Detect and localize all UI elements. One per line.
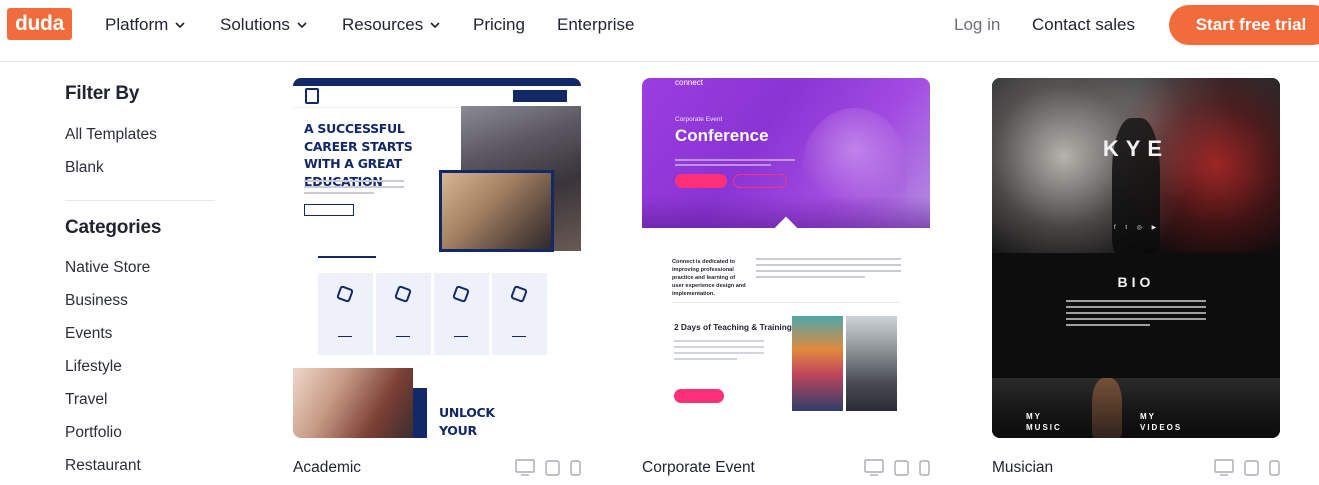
preview-my-videos-link: MY VIDEOS <box>1140 412 1183 432</box>
template-preview-corporate-event[interactable]: connect Corporate Event Conference Conne… <box>642 78 930 438</box>
category-lifestyle[interactable]: Lifestyle <box>65 350 220 383</box>
card-title[interactable]: Musician <box>992 459 1053 477</box>
preview-body-text <box>304 180 404 198</box>
filter-sidebar: Filter By All Templates Blank Categories… <box>65 62 220 482</box>
template-card-corporate-event[interactable]: connect Corporate Event Conference Conne… <box>642 78 930 476</box>
preview-accent-bar <box>413 388 427 438</box>
preview-headline: Conference <box>675 126 769 145</box>
preview-subtitle: Corporate Event <box>675 116 723 123</box>
top-navigation: duda Platform Solutions Resources Pricin… <box>0 0 1319 62</box>
category-portfolio[interactable]: Portfolio <box>65 416 220 449</box>
nav-solutions[interactable]: Solutions <box>220 14 308 36</box>
template-card-musician[interactable]: KYE f t ◎ ▶ BIO MY MUSIC MY VIDEOS Music… <box>992 78 1280 476</box>
filter-by-heading: Filter By <box>65 83 140 104</box>
card-title[interactable]: Academic <box>293 459 361 477</box>
tablet-icon[interactable] <box>1244 459 1259 476</box>
duda-logo[interactable]: duda <box>7 8 72 40</box>
preview-bio-heading: BIO <box>1117 274 1155 290</box>
preview-my-music-link: MY MUSIC <box>1026 412 1062 432</box>
login-link[interactable]: Log in <box>954 14 1000 36</box>
preview-register-button <box>733 174 787 188</box>
nav-platform-label: Platform <box>105 15 169 34</box>
mobile-icon[interactable] <box>1269 459 1280 476</box>
program-box <box>376 273 431 355</box>
preview-body-text <box>674 340 764 364</box>
preview-program-boxes <box>318 273 547 355</box>
device-preview-icons <box>1214 459 1280 476</box>
preview-photo-student <box>293 368 413 438</box>
program-box <box>434 273 489 355</box>
filter-blank[interactable]: Blank <box>65 151 220 184</box>
card-footer: Academic <box>293 459 581 483</box>
nav-pricing[interactable]: Pricing <box>473 14 525 36</box>
preview-unlock-heading: UNLOCK YOUR POTENTIAL <box>439 405 495 438</box>
category-events[interactable]: Events <box>65 317 220 350</box>
nav-platform[interactable]: Platform <box>105 14 186 36</box>
chevron-down-icon <box>174 19 186 31</box>
contact-sales-link[interactable]: Contact sales <box>1032 14 1135 36</box>
preview-apply-button <box>513 90 567 102</box>
desktop-icon[interactable] <box>515 459 535 476</box>
preview-photo-students <box>439 170 554 252</box>
start-free-trial-button[interactable]: Start free trial <box>1169 5 1319 45</box>
category-restaurant[interactable]: Restaurant <box>65 449 220 482</box>
card-title[interactable]: Corporate Event <box>642 459 755 477</box>
preview-hand-silhouette <box>1092 378 1122 438</box>
preview-logo: connect <box>675 78 704 87</box>
preview-photo-mural <box>792 316 843 411</box>
card-footer: Corporate Event <box>642 459 930 483</box>
mobile-icon[interactable] <box>570 459 581 476</box>
card-footer: Musician <box>992 459 1280 483</box>
desktop-icon[interactable] <box>1214 459 1234 476</box>
category-travel[interactable]: Travel <box>65 383 220 416</box>
tablet-icon[interactable] <box>894 459 909 476</box>
program-box <box>318 273 373 355</box>
chevron-down-icon <box>296 19 308 31</box>
preview-see-button <box>304 204 354 216</box>
template-preview-musician[interactable]: KYE f t ◎ ▶ BIO MY MUSIC MY VIDEOS <box>992 78 1280 438</box>
category-business[interactable]: Business <box>65 284 220 317</box>
preview-subheading <box>318 256 376 258</box>
nav-resources-label: Resources <box>342 15 424 34</box>
nav-pricing-label: Pricing <box>473 15 525 34</box>
preview-section-heading: 2 Days of Teaching & Training <box>674 322 792 332</box>
nav-enterprise[interactable]: Enterprise <box>557 14 634 36</box>
social-icons: f t ◎ ▶ <box>1114 225 1161 231</box>
device-preview-icons <box>864 459 930 476</box>
preview-body-text <box>675 159 795 169</box>
preview-separator <box>672 302 900 303</box>
desktop-icon[interactable] <box>864 459 884 476</box>
nav-resources[interactable]: Resources <box>342 14 441 36</box>
preview-bio-text <box>1066 300 1206 330</box>
program-box <box>492 273 547 355</box>
device-preview-icons <box>515 459 581 476</box>
template-card-academic[interactable]: A SUCCESSFUL CAREER STARTS WITH A GREAT … <box>293 78 581 476</box>
filter-all-templates[interactable]: All Templates <box>65 118 220 151</box>
preview-intro: Connect is dedicated to improving profes… <box>672 259 746 297</box>
preview-artist-name: KYE <box>1102 136 1170 161</box>
preview-speakers-button <box>675 174 727 188</box>
mobile-icon[interactable] <box>919 459 930 476</box>
preview-photo-hall <box>846 316 897 411</box>
sidebar-divider <box>65 200 215 201</box>
template-preview-academic[interactable]: A SUCCESSFUL CAREER STARTS WITH A GREAT … <box>293 78 581 438</box>
category-native-store[interactable]: Native Store <box>65 251 220 284</box>
preview-body-text <box>756 258 901 282</box>
categories-heading: Categories <box>65 217 162 238</box>
shield-logo-icon <box>305 88 319 104</box>
chevron-down-icon <box>429 19 441 31</box>
preview-agenda-button <box>674 389 724 403</box>
nav-solutions-label: Solutions <box>220 15 290 34</box>
preview-topbar <box>293 78 581 86</box>
tablet-icon[interactable] <box>545 459 560 476</box>
nav-enterprise-label: Enterprise <box>557 15 635 34</box>
